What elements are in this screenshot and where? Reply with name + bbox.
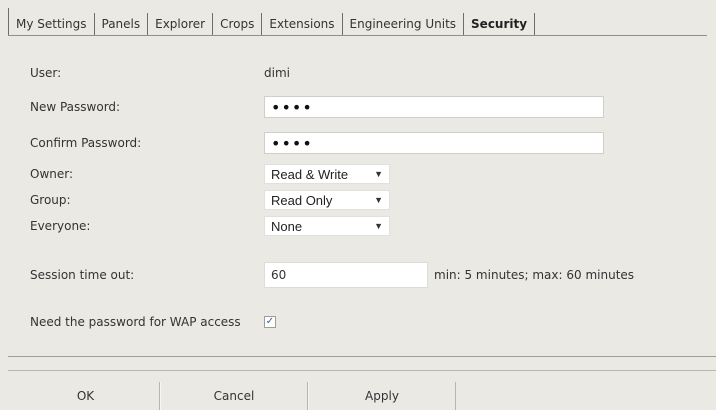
group-row: Group: Read Only ▼	[30, 187, 390, 213]
group-select[interactable]: Read Only ▼	[264, 190, 390, 210]
check-icon: ✓	[265, 316, 275, 327]
user-label: User:	[30, 66, 62, 80]
everyone-row: Everyone: None ▼	[30, 213, 390, 239]
apply-button[interactable]: Apply	[308, 382, 456, 410]
chevron-down-icon: ▼	[374, 169, 383, 179]
footer-divider-bottom	[8, 370, 716, 371]
tab-bar: My Settings Panels Explorer Crops Extens…	[8, 8, 541, 35]
confirm-password-label: Confirm Password:	[30, 136, 142, 150]
session-timeout-input[interactable]	[264, 262, 428, 288]
confirm-password-field[interactable]	[264, 132, 604, 154]
chevron-down-icon: ▼	[374, 195, 383, 205]
tab-explorer[interactable]: Explorer	[148, 13, 214, 35]
group-label: Group:	[30, 193, 71, 207]
chevron-down-icon: ▼	[374, 221, 383, 231]
tab-my-settings[interactable]: My Settings	[9, 13, 95, 35]
tab-crops[interactable]: Crops	[213, 13, 263, 35]
confirm-password-row: Confirm Password:	[30, 130, 604, 156]
tab-security[interactable]: Security	[464, 13, 536, 35]
new-password-field[interactable]	[264, 96, 604, 118]
wap-checkbox[interactable]: ✓	[264, 316, 276, 328]
button-bar: OK Cancel Apply	[12, 382, 456, 410]
everyone-select[interactable]: None ▼	[264, 216, 390, 236]
user-row: User: dimi	[30, 60, 290, 86]
tab-divider	[8, 35, 707, 36]
owner-selected-value: Read & Write	[271, 166, 349, 182]
tab-engineering-units[interactable]: Engineering Units	[343, 13, 465, 35]
group-selected-value: Read Only	[271, 192, 333, 208]
owner-row: Owner: Read & Write ▼	[30, 161, 390, 187]
wap-row: Need the password for WAP access ✓	[30, 300, 276, 344]
cancel-button[interactable]: Cancel	[160, 382, 308, 410]
tab-bar-end	[535, 13, 541, 35]
tab-extensions[interactable]: Extensions	[262, 13, 343, 35]
owner-select[interactable]: Read & Write ▼	[264, 164, 390, 184]
ok-button[interactable]: OK	[12, 382, 160, 410]
footer-divider-top	[8, 356, 716, 357]
session-row: Session time out: min: 5 minutes; max: 6…	[30, 262, 634, 288]
tab-panels[interactable]: Panels	[95, 13, 149, 35]
new-password-row: New Password:	[30, 94, 604, 120]
owner-label: Owner:	[30, 167, 74, 181]
new-password-label: New Password:	[30, 100, 121, 114]
everyone-label: Everyone:	[30, 219, 91, 233]
wap-label: Need the password for WAP access	[30, 315, 241, 329]
session-hint: min: 5 minutes; max: 60 minutes	[434, 268, 635, 282]
everyone-selected-value: None	[271, 218, 303, 234]
session-label: Session time out:	[30, 268, 135, 282]
user-value: dimi	[264, 66, 290, 80]
